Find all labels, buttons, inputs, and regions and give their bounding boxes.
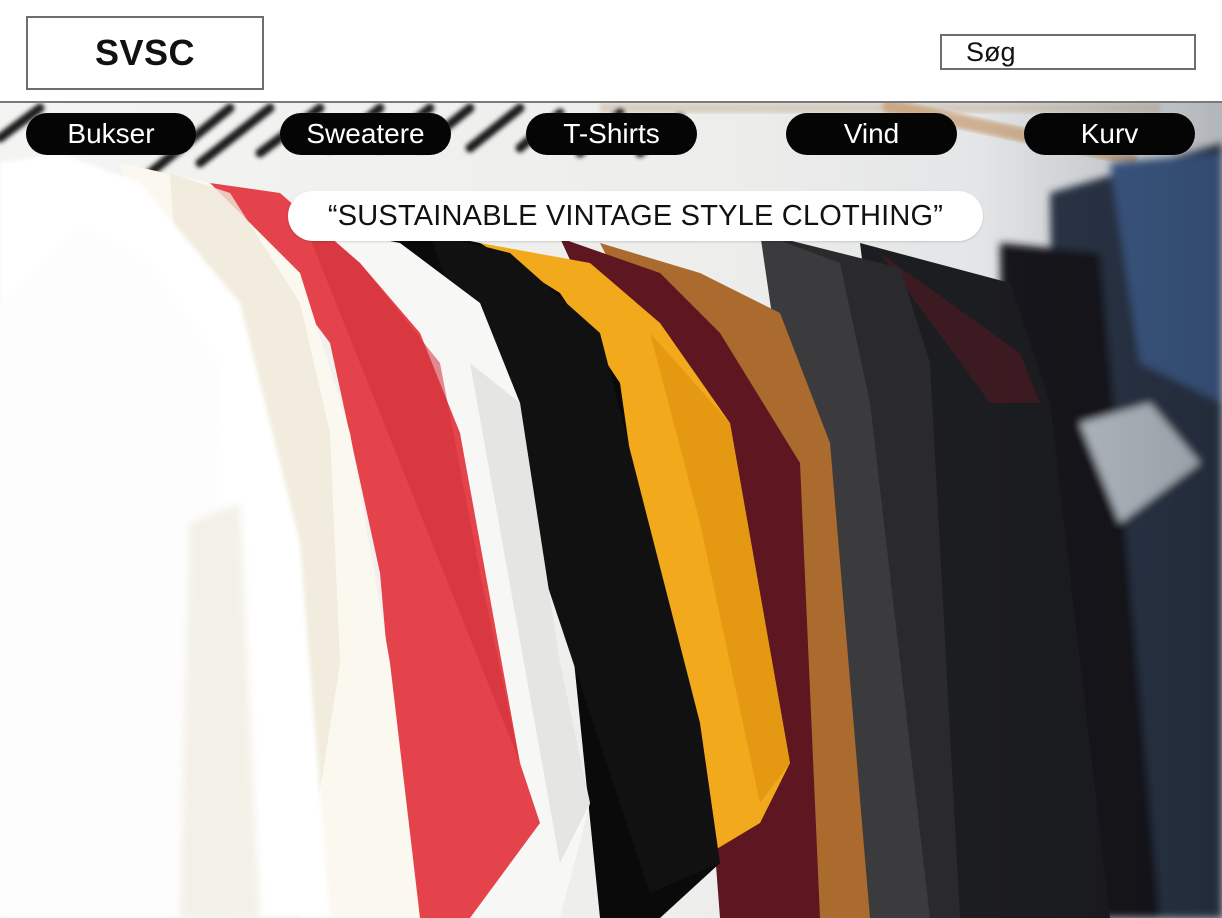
search-input[interactable] xyxy=(942,36,1194,68)
search-box[interactable] xyxy=(940,34,1196,70)
logo-text: SVSC xyxy=(94,32,196,73)
nav-kurv-button[interactable]: Kurv xyxy=(1024,113,1195,155)
nav-bukser-button[interactable]: Bukser xyxy=(26,113,196,155)
logo[interactable]: SVSC xyxy=(26,16,264,90)
nav-tshirts-button[interactable]: T-Shirts xyxy=(526,113,697,155)
site-header: SVSC xyxy=(0,0,1222,103)
nav-sweatere-button[interactable]: Sweatere xyxy=(280,113,451,155)
nav-vind-button[interactable]: Vind xyxy=(786,113,957,155)
hero-tagline: “SUSTAINABLE VINTAGE STYLE CLOTHING” xyxy=(288,191,983,241)
